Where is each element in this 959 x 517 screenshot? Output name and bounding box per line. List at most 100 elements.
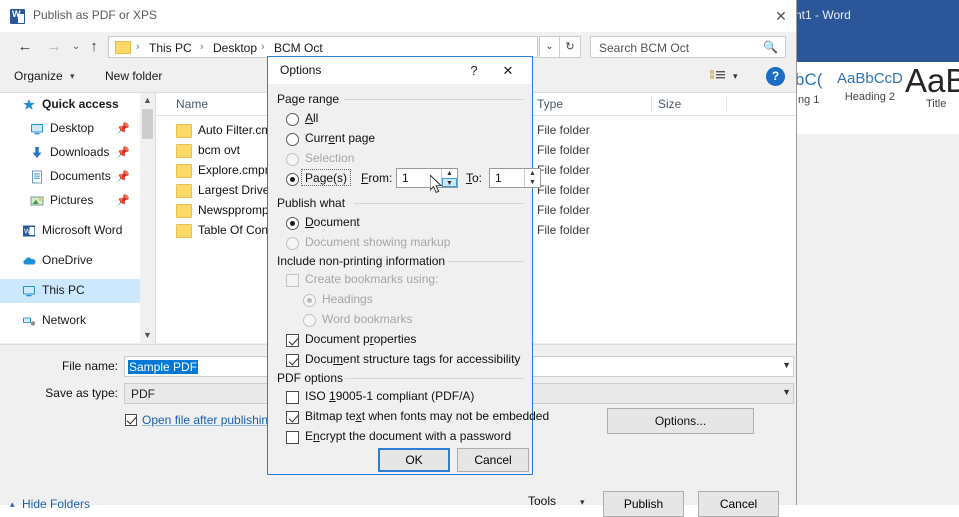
non-printing-group-label: Include non-printing information <box>277 254 451 268</box>
style-preview: bC( <box>795 70 823 89</box>
sidebar-item-label: Documents <box>50 169 111 183</box>
checkbox-encrypt-document[interactable] <box>286 431 299 444</box>
file-type: File folder <box>537 163 590 177</box>
address-bar[interactable]: › This PC › Desktop › BCM Oct <box>108 36 538 58</box>
radio-document[interactable] <box>286 217 299 230</box>
sidebar-item-label: Quick access <box>42 97 119 111</box>
navigation-pane-scrollbar[interactable]: ▲ ▼ <box>140 93 156 343</box>
download-icon <box>30 146 44 160</box>
to-value: 1 <box>495 171 502 185</box>
sidebar-item-label: Desktop <box>50 121 95 135</box>
pin-icon[interactable]: 📌 <box>116 194 130 207</box>
checkbox-iso-compliant-label: ISO 19005-1 compliant (PDF/A) <box>305 389 475 403</box>
radio-selection <box>286 153 299 166</box>
star-icon <box>22 98 36 112</box>
tools-button[interactable]: Tools <box>528 494 556 508</box>
column-header-size[interactable]: Size <box>658 97 681 111</box>
scrollbar-thumb[interactable] <box>142 109 153 139</box>
radio-all[interactable] <box>286 113 299 126</box>
save-as-type-value: PDF <box>131 387 155 401</box>
pin-icon[interactable]: 📌 <box>116 170 130 183</box>
close-icon[interactable]: ✕ <box>770 6 792 26</box>
new-folder-button[interactable]: New folder <box>105 69 162 83</box>
forward-icon[interactable]: → <box>43 36 65 58</box>
checkbox-document-properties[interactable] <box>286 334 299 347</box>
pin-icon[interactable]: 📌 <box>116 122 130 135</box>
folder-icon <box>176 204 192 218</box>
from-value: 1 <box>402 171 409 185</box>
sidebar-item-microsoft-word[interactable]: W Microsoft Word <box>0 219 140 243</box>
search-input[interactable]: Search BCM Oct 🔍 <box>590 36 786 58</box>
breadcrumb-bcm-oct[interactable]: BCM Oct <box>274 41 323 55</box>
help-icon[interactable]: ? <box>766 67 785 86</box>
breadcrumb-desktop[interactable]: Desktop <box>213 41 257 55</box>
breadcrumb-this-pc[interactable]: This PC <box>149 41 192 55</box>
radio-selection-label: Selection <box>305 151 355 165</box>
from-spinner[interactable]: 1 ▲ ▼ <box>396 168 458 188</box>
scroll-up-icon[interactable]: ▲ <box>140 93 155 108</box>
to-label: To: <box>466 171 483 185</box>
checkbox-bitmap-text[interactable] <box>286 411 299 424</box>
chevron-down-icon[interactable]: ▾ <box>70 71 75 82</box>
radio-current-page[interactable] <box>286 133 299 146</box>
open-after-publishing-checkbox[interactable] <box>125 414 137 426</box>
radio-word-bookmarks <box>303 314 316 327</box>
from-label: From: <box>361 171 393 185</box>
options-button[interactable]: Options... <box>607 408 754 434</box>
style-name: ng 1 <box>797 94 820 106</box>
cancel-button[interactable]: Cancel <box>698 491 779 517</box>
style-gallery-item[interactable]: AaBbCcD Heading 2 <box>837 70 903 103</box>
pin-icon[interactable]: 📌 <box>116 146 130 159</box>
publish-button[interactable]: Publish <box>603 491 684 517</box>
file-name: Explore.cmpro <box>198 163 276 177</box>
file-type: File folder <box>537 183 590 197</box>
sidebar-item-network[interactable]: Network <box>0 309 140 333</box>
checkbox-bitmap-text-label: Bitmap text when fonts may not be embedd… <box>305 409 550 423</box>
sidebar-item-pictures[interactable]: Pictures 📌 <box>0 189 140 213</box>
organize-button[interactable]: Organize <box>14 69 63 83</box>
file-type: File folder <box>537 123 590 137</box>
spinner-down-icon[interactable]: ▼ <box>525 178 540 187</box>
sidebar-item-desktop[interactable]: Desktop 📌 <box>0 117 140 141</box>
column-header-name[interactable]: Name <box>176 97 208 111</box>
spinner-down-icon[interactable]: ▼ <box>442 178 457 187</box>
scroll-down-icon[interactable]: ▼ <box>140 328 155 343</box>
close-icon[interactable]: ✕ <box>496 61 520 80</box>
checkbox-document-structure-tags[interactable] <box>286 354 299 367</box>
sidebar-item-this-pc[interactable]: This PC <box>0 279 140 303</box>
spinner-up-icon[interactable]: ▲ <box>525 169 540 178</box>
view-layout-icon[interactable] <box>710 70 726 83</box>
open-after-publishing-label[interactable]: Open file after publishing <box>142 413 275 427</box>
column-header-type[interactable]: Type <box>537 97 563 111</box>
chevron-down-icon[interactable]: ⌄ <box>539 36 560 58</box>
sidebar-item-documents[interactable]: Documents 📌 <box>0 165 140 189</box>
help-icon[interactable]: ? <box>464 61 484 80</box>
to-spinner[interactable]: 1 ▲ ▼ <box>489 168 541 188</box>
style-gallery-item[interactable]: bC( ng 1 <box>795 70 822 106</box>
cancel-button[interactable]: Cancel <box>457 448 529 472</box>
file-name: Auto Filter.cm <box>198 123 272 137</box>
chevron-down-icon[interactable]: ▼ <box>782 360 791 370</box>
refresh-icon[interactable]: ↻ <box>560 36 581 58</box>
options-dialog-titlebar: Options ? ✕ <box>268 57 532 84</box>
to-spinner-buttons[interactable]: ▲ ▼ <box>524 169 540 187</box>
radio-pages[interactable] <box>286 173 299 186</box>
sidebar-item-downloads[interactable]: Downloads 📌 <box>0 141 140 165</box>
word-icon <box>10 9 25 24</box>
ok-button[interactable]: OK <box>378 448 450 472</box>
back-icon[interactable]: ← <box>14 36 36 58</box>
chevron-down-icon[interactable]: ▾ <box>733 71 738 82</box>
sidebar-item-quick-access[interactable]: Quick access <box>0 93 140 117</box>
style-gallery-item[interactable]: AaB Title <box>905 62 959 110</box>
folder-icon <box>176 124 192 138</box>
hide-folders-button[interactable]: Hide Folders <box>22 497 90 511</box>
sidebar-item-label: This PC <box>42 283 85 297</box>
style-preview: AaB <box>905 62 959 99</box>
sidebar-item-onedrive[interactable]: OneDrive <box>0 249 140 273</box>
breadcrumb-separator: › <box>136 41 140 53</box>
chevron-down-icon[interactable]: ▾ <box>580 497 585 508</box>
up-icon[interactable]: ↑ <box>83 36 105 58</box>
chevron-down-icon[interactable]: ▼ <box>782 387 791 397</box>
checkbox-iso-compliant[interactable] <box>286 391 299 404</box>
spinner-up-icon[interactable]: ▲ <box>442 169 457 178</box>
